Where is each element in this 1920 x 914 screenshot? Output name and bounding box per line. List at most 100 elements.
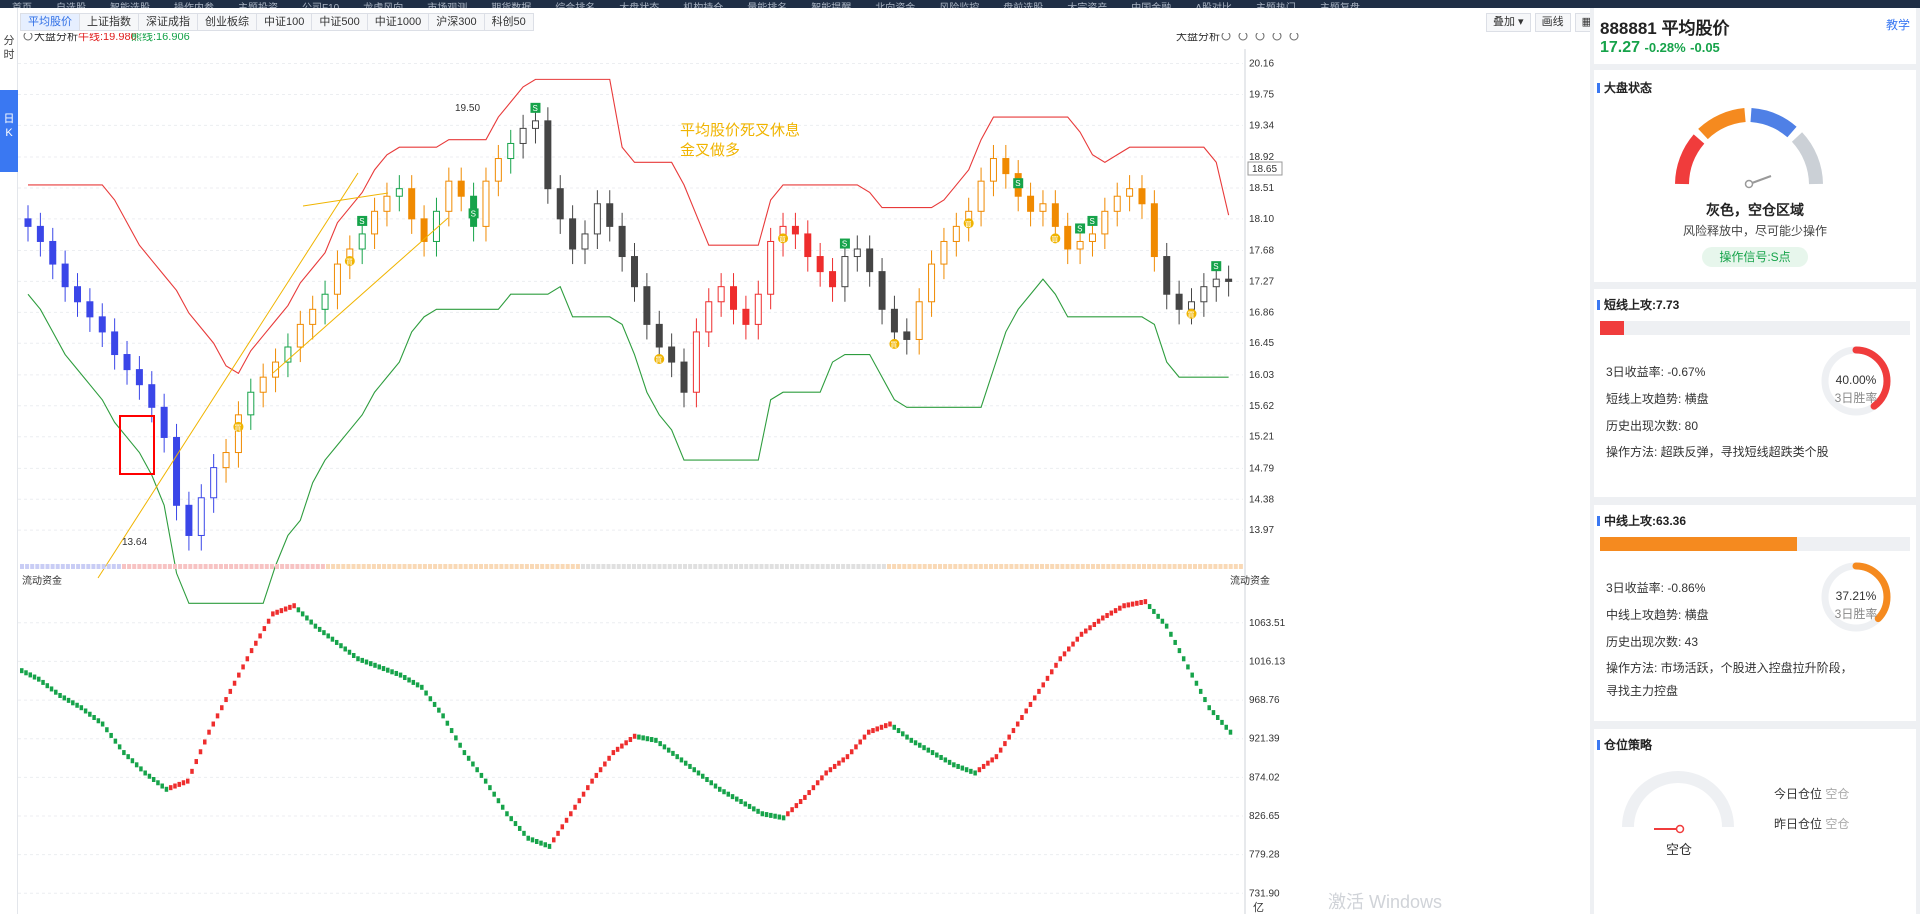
index-tab-2[interactable]: 深证成指: [139, 13, 198, 31]
nav-item[interactable]: 综合排名: [543, 4, 607, 9]
flow-step: [24, 670, 28, 676]
draw-line-button[interactable]: 画线: [1534, 13, 1571, 32]
flow-step: [105, 727, 109, 733]
state-strip-cell: [1182, 564, 1187, 569]
nav-item[interactable]: 操作内参: [162, 4, 226, 9]
candle: [61, 263, 69, 288]
annotation-1: 平均股价死叉休息: [680, 122, 800, 139]
nav-item[interactable]: 主题热门: [1244, 4, 1308, 9]
nav-item[interactable]: A股对比: [1183, 4, 1244, 9]
nav-item[interactable]: 风险监控: [927, 4, 991, 9]
flow-step: [1194, 680, 1199, 686]
state-strip-cell: [1233, 564, 1238, 569]
state-strip-cell: [101, 564, 106, 569]
nav-item[interactable]: 市场观测: [415, 4, 479, 9]
flow-step: [403, 675, 407, 681]
state-strip-cell: [856, 564, 861, 569]
state-strip-cell: [1111, 564, 1116, 569]
state-strip-cell: [331, 564, 336, 569]
nav-item[interactable]: 北向资金: [863, 4, 927, 9]
state-strip-cell: [1091, 564, 1095, 569]
flow-step: [845, 754, 850, 760]
flow-step: [49, 686, 54, 692]
index-tab-3[interactable]: 创业板综: [198, 13, 257, 31]
tab-rik[interactable]: 日K: [0, 90, 18, 172]
flow-step: [1032, 695, 1037, 701]
state-strip-cell: [198, 564, 203, 569]
chart-title: 大盘分析: [34, 33, 78, 43]
state-strip-cell: [162, 564, 167, 569]
nav-item[interactable]: 主题投资: [226, 4, 290, 9]
nav-item[interactable]: 大宗资产: [1055, 4, 1119, 9]
candle: [135, 369, 143, 386]
teach-link[interactable]: 教学: [1886, 16, 1910, 33]
nav-item[interactable]: 龙虎风向: [351, 4, 415, 9]
last-price: 18.65: [1252, 164, 1277, 175]
flow-step: [390, 669, 394, 675]
flow-step: [517, 825, 522, 831]
tab-fenshi[interactable]: 分时: [0, 34, 18, 62]
nav-item[interactable]: 盘前选股: [991, 4, 1055, 9]
candle: [408, 188, 416, 220]
state-strip-cell: [458, 564, 463, 569]
flow-step: [1109, 610, 1114, 616]
flow-step: [658, 741, 662, 747]
candle: [160, 406, 168, 438]
nav-item[interactable]: 量能排名: [735, 4, 799, 9]
flow-step: [1003, 741, 1007, 747]
flow-step: [624, 740, 628, 746]
state-strip-cell: [596, 564, 601, 569]
add-icon: [1238, 33, 1248, 41]
nav-item[interactable]: 主题复盘: [1308, 4, 1372, 9]
flow-step: [1190, 672, 1194, 678]
flow-step: [573, 804, 577, 810]
index-tab-1[interactable]: 上证指数: [80, 13, 139, 31]
nav-item[interactable]: 智能选股: [98, 4, 162, 9]
state-strip-cell: [239, 564, 244, 569]
nav-item[interactable]: 中国金融: [1119, 4, 1183, 9]
candle: [358, 233, 366, 250]
state-strip-cell: [606, 564, 611, 569]
flow-step: [37, 676, 41, 682]
flow-step: [1228, 729, 1233, 735]
kline-chart[interactable]: 20.16 19.75 19.34 18.92 18.51 18.10 17.68 17.27…: [18, 33, 1585, 914]
overlay-button[interactable]: 叠加 ▾: [1486, 13, 1531, 32]
buy-mark-text: 買: [655, 356, 662, 364]
flow-step: [679, 757, 684, 763]
flow-step: [1024, 708, 1028, 714]
index-tab-6[interactable]: 中证1000: [367, 13, 430, 31]
nav-item[interactable]: 智能提醒: [799, 4, 863, 9]
flow-step: [552, 837, 556, 843]
flow-step: [922, 745, 926, 751]
candle: [989, 158, 997, 182]
flow-step: [713, 783, 718, 789]
flow-step: [177, 781, 181, 787]
flow-step: [330, 636, 335, 642]
nav-item[interactable]: 期货数据: [479, 4, 543, 9]
flow-step: [849, 749, 854, 755]
nav-item[interactable]: 自选股: [44, 4, 98, 9]
index-tab-0[interactable]: 平均股价: [20, 13, 80, 31]
state-strip-cell: [351, 564, 356, 569]
flow-y-tick: 968.76: [1249, 695, 1280, 706]
state-strip-cell: [887, 564, 891, 569]
flow-step: [496, 798, 501, 804]
flow-step: [1207, 705, 1211, 711]
index-tab-8[interactable]: 科创50: [484, 13, 534, 31]
y-tick: 20.16: [1249, 59, 1274, 70]
nav-item[interactable]: 机构持仓: [671, 4, 735, 9]
index-tab-7[interactable]: 沪深300: [429, 13, 485, 31]
state-strip-cell: [749, 564, 754, 569]
candle: [1002, 158, 1010, 175]
nav-item[interactable]: 公司F10: [290, 4, 351, 9]
state-strip-cell: [142, 564, 147, 569]
flow-step: [594, 772, 599, 778]
index-tab-4[interactable]: 中证100: [257, 13, 313, 31]
state-strip-cell: [524, 564, 529, 569]
state-strip-cell: [392, 564, 397, 569]
flow-step: [854, 744, 858, 750]
nav-item[interactable]: 大盘状态: [607, 4, 671, 9]
state-strip-cell: [183, 564, 188, 569]
flow-step: [786, 811, 790, 817]
index-tab-5[interactable]: 中证500: [312, 13, 368, 31]
